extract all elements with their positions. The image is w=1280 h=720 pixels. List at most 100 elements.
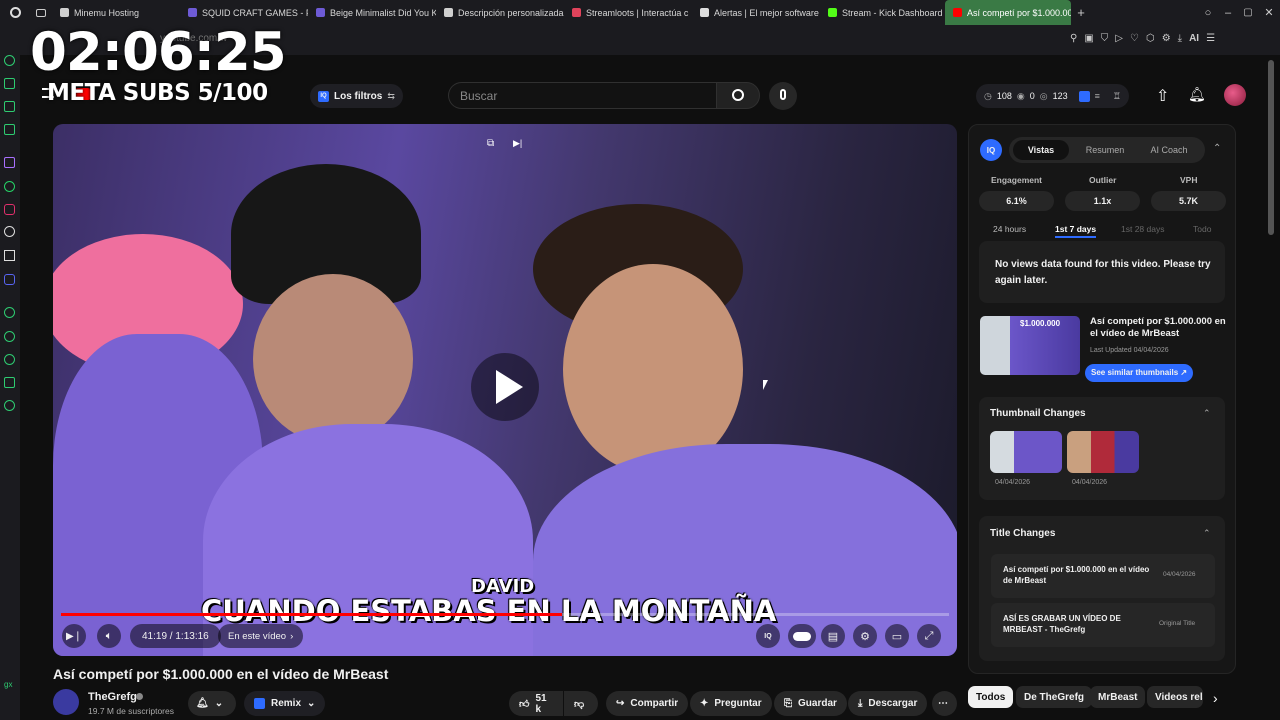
search-tabs-icon[interactable]: ○ bbox=[1198, 7, 1218, 19]
filters-button[interactable]: IQ Los filtros ⇆ bbox=[310, 84, 403, 108]
chip-todos[interactable]: Todos bbox=[968, 686, 1014, 708]
share-button[interactable]: ↪ Compartir bbox=[606, 691, 689, 716]
browser-tab[interactable]: Stream - Kick Dashboard bbox=[820, 0, 945, 25]
tab-vistas[interactable]: Vistas bbox=[1013, 140, 1069, 160]
x-icon[interactable] bbox=[4, 250, 15, 261]
collapse-icon[interactable]: ⌃ bbox=[1203, 408, 1211, 419]
volume-icon[interactable]: 🔈︎ bbox=[97, 624, 121, 648]
twitch-icon[interactable] bbox=[4, 157, 15, 168]
dislike-button[interactable]: 👎︎ bbox=[564, 691, 598, 716]
sidebar-app-icon[interactable] bbox=[4, 124, 15, 135]
thumbnail-change-image[interactable] bbox=[990, 431, 1062, 473]
range-24h[interactable]: 24 hours bbox=[993, 224, 1026, 234]
sidebar-app-icon[interactable] bbox=[4, 55, 15, 66]
discord-icon[interactable] bbox=[4, 274, 15, 285]
play-pause-button[interactable]: ▶❘ bbox=[62, 624, 86, 648]
range-28d[interactable]: 1st 28 days bbox=[1121, 224, 1164, 234]
browser-tab[interactable]: Streamloots | Interactúa c bbox=[564, 0, 692, 25]
settings-gear-icon[interactable]: ⚙ bbox=[853, 624, 877, 648]
chapters-button[interactable]: En este vídeo › bbox=[218, 624, 304, 648]
shield-icon[interactable]: ⛉ bbox=[1101, 33, 1109, 44]
search-input[interactable]: Buscar bbox=[448, 82, 716, 109]
subscribe-bell-button[interactable]: 🔔︎ ⌄ bbox=[188, 691, 236, 716]
iq-player-icon[interactable]: IQ bbox=[756, 624, 780, 648]
avatar[interactable] bbox=[1224, 84, 1246, 106]
ask-button[interactable]: ✦ Preguntar bbox=[690, 691, 772, 716]
heart-icon[interactable]: ♡ bbox=[1130, 33, 1139, 44]
subtitles-icon[interactable]: ▤ bbox=[821, 624, 845, 648]
time-display: 41:19 / 1:13:16 bbox=[130, 624, 221, 648]
theater-mode-icon[interactable]: ▭ bbox=[885, 624, 909, 648]
eye-stat-icon: ◉ bbox=[1016, 90, 1025, 101]
tab-ai-coach[interactable]: AI Coach bbox=[1141, 140, 1197, 160]
video-player[interactable]: ⧉ ▶| DAVID CUANDO ESTABAS EN LA MONTAÑA … bbox=[53, 124, 957, 656]
browser-logo-icon[interactable] bbox=[0, 0, 30, 25]
subs-goal: META SUBS 5/100 bbox=[47, 80, 268, 106]
collapse-icon[interactable]: ⌃ bbox=[1213, 143, 1221, 154]
list-icon[interactable]: ≡ bbox=[1095, 91, 1100, 101]
trophy-icon[interactable]: ♖ bbox=[1113, 91, 1121, 102]
browser-tab[interactable]: Alertas | El mejor software bbox=[692, 0, 820, 25]
video-thumbnail[interactable]: $1.000.000 bbox=[980, 316, 1080, 375]
chip-mrbeast[interactable]: MrBeast bbox=[1090, 686, 1146, 708]
range-all[interactable]: Todo bbox=[1193, 224, 1211, 234]
sidebar-more-icon[interactable]: gx bbox=[4, 680, 12, 689]
menu-icon[interactable]: ☰ bbox=[1206, 33, 1215, 44]
close-window-icon[interactable]: ✕ bbox=[1258, 6, 1280, 19]
sidebar-app-icon[interactable] bbox=[4, 101, 15, 112]
browser-tab-active[interactable]: Así competí por $1.000.00 bbox=[945, 0, 1071, 25]
download-icon[interactable]: ⤓ bbox=[1178, 33, 1182, 44]
next-icon[interactable]: ▶| bbox=[513, 138, 522, 149]
gear-icon[interactable]: ⚙ bbox=[1162, 33, 1171, 44]
ai-button[interactable]: AI bbox=[1189, 33, 1199, 44]
clock-icon[interactable] bbox=[4, 331, 15, 342]
browser-tab[interactable]: Beige Minimalist Did You K bbox=[308, 0, 436, 25]
more-actions-button[interactable]: ⋯ bbox=[932, 691, 957, 716]
share-icon: ↪ bbox=[616, 698, 625, 709]
minimize-icon[interactable]: – bbox=[1218, 7, 1238, 19]
progress-bar[interactable] bbox=[61, 613, 949, 616]
save-button[interactable]: ⎘ Guardar bbox=[774, 691, 847, 716]
channel-avatar[interactable] bbox=[53, 689, 79, 715]
like-button[interactable]: 👍︎ 51 k bbox=[509, 691, 563, 716]
channel-name[interactable]: TheGrefg bbox=[88, 691, 137, 703]
autoplay-toggle[interactable] bbox=[788, 624, 816, 648]
chip-channel[interactable]: De TheGrefg bbox=[1016, 686, 1093, 708]
clock-stat-icon: ◷ bbox=[984, 90, 992, 101]
maximize-icon[interactable]: ▢ bbox=[1238, 7, 1258, 18]
download-button[interactable]: ⤓ Descargar bbox=[848, 691, 928, 716]
tab-resumen[interactable]: Resumen bbox=[1077, 140, 1133, 160]
whatsapp-icon[interactable] bbox=[4, 181, 15, 192]
see-similar-thumbnails-button[interactable]: See similar thumbnails ↗ bbox=[1085, 364, 1194, 382]
thumbnail-change-image[interactable] bbox=[1067, 431, 1139, 473]
history-icon[interactable] bbox=[4, 354, 15, 365]
instagram-icon[interactable] bbox=[4, 204, 15, 215]
fullscreen-icon[interactable]: ⤢ bbox=[917, 624, 941, 648]
cube-icon[interactable]: ⬡ bbox=[1146, 33, 1155, 44]
chips-next-icon[interactable]: › bbox=[1213, 690, 1218, 706]
upload-icon[interactable]: ⇧ bbox=[1156, 86, 1169, 106]
chip-related[interactable]: Videos rela bbox=[1147, 686, 1203, 708]
tiktok-icon[interactable] bbox=[4, 226, 15, 237]
range-7d[interactable]: 1st 7 days bbox=[1055, 224, 1097, 238]
eye-stat-icon: ◎ bbox=[1039, 90, 1048, 101]
pin-icon[interactable]: ⚲ bbox=[1070, 33, 1077, 44]
extensions-icon[interactable] bbox=[4, 377, 15, 388]
play-icon[interactable]: ▷ bbox=[1115, 33, 1123, 44]
scrollbar[interactable] bbox=[1268, 60, 1274, 235]
voice-search-button[interactable] bbox=[769, 82, 797, 110]
remix-button[interactable]: Remix ⌄ bbox=[244, 691, 326, 716]
new-tab-button[interactable]: + bbox=[1071, 5, 1091, 20]
search-button[interactable] bbox=[716, 82, 760, 109]
sidebar-play-icon[interactable] bbox=[4, 307, 15, 318]
iq-logo-icon[interactable] bbox=[1078, 90, 1090, 102]
collapse-icon[interactable]: ⌃ bbox=[1203, 528, 1211, 539]
browser-tab[interactable]: Descripción personalizada bbox=[436, 0, 564, 25]
sidebar-app-icon[interactable] bbox=[4, 78, 15, 89]
settings-icon[interactable] bbox=[4, 400, 15, 411]
box-icon[interactable]: ▣ bbox=[1084, 33, 1093, 44]
caption-text: CUANDO ESTABAS EN LA MONTAÑA bbox=[201, 594, 777, 628]
notifications-bell-icon[interactable]: 🔔︎ bbox=[1188, 86, 1206, 103]
miniplayer-icon[interactable]: ⧉ bbox=[487, 138, 494, 149]
sliders-icon: ⇆ bbox=[387, 90, 395, 101]
